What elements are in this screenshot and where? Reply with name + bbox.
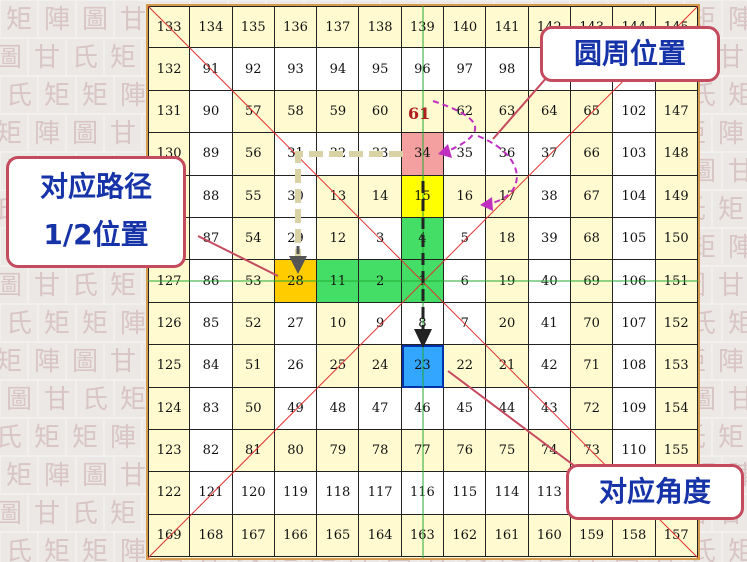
circumference-arrow-1 [432, 100, 476, 152]
seal-glyph: 陣 [104, 418, 142, 456]
seal-glyph: 圖 [0, 494, 28, 532]
seal-glyph: 圖 [66, 342, 104, 380]
seal-glyph: 矩 [38, 304, 76, 342]
seal-glyph: 矩 [0, 342, 28, 380]
seal-glyph: 氏 [76, 380, 114, 418]
seal-glyph: 矩 [76, 304, 114, 342]
callout-pointer-angle [447, 370, 589, 477]
seal-glyph: 矩 [0, 456, 38, 494]
seal-glyph: 圖 [0, 380, 38, 418]
seal-glyph: 氏 [66, 494, 104, 532]
seal-glyph: 氏 [66, 38, 104, 76]
seal-glyph: 甘 [104, 342, 142, 380]
seal-glyph: 氏 [66, 266, 104, 304]
seal-glyph: 矩 [722, 76, 747, 114]
seal-glyph: 矩 [0, 0, 38, 38]
seal-glyph: 陣 [712, 342, 747, 380]
half-path-arrow [295, 151, 403, 266]
seal-glyph: 甘 [28, 494, 66, 532]
seal-glyph: 甘 [104, 114, 142, 152]
seal-glyph: 陣 [712, 114, 747, 152]
callout-pointer-circumference [492, 75, 549, 140]
seal-glyph: 氏 [0, 76, 38, 114]
seal-glyph: 矩 [104, 494, 142, 532]
callout-half-path-line1: 对应路径 [39, 170, 152, 203]
seal-glyph: 矩 [38, 76, 76, 114]
seal-glyph: 矩 [712, 418, 747, 456]
seal-glyph: 矩 [28, 418, 66, 456]
seal-glyph: 氏 [0, 304, 38, 342]
callout-corresponding-angle: 对应角度 [566, 464, 744, 520]
seal-glyph: 矩 [712, 190, 747, 228]
seal-glyph: 陣 [722, 228, 747, 266]
callout-angle-text: 对应角度 [598, 475, 711, 508]
seal-glyph: 矩 [722, 532, 747, 562]
seal-glyph: 矩 [76, 532, 114, 562]
seal-glyph: 甘 [28, 266, 66, 304]
seal-glyph: 矩 [66, 418, 104, 456]
seal-glyph: 甘 [712, 266, 747, 304]
seal-glyph: 圖 [0, 266, 28, 304]
callout-circumference-position: 圆周位置 [540, 26, 720, 82]
seal-glyph: 陣 [28, 114, 66, 152]
seal-glyph: 圖 [66, 114, 104, 152]
seal-glyph: 陣 [722, 0, 747, 38]
callout-half-path-line2: 1/2位置 [43, 218, 149, 251]
seal-glyph: 矩 [38, 532, 76, 562]
seal-glyph: 矩 [76, 76, 114, 114]
label-61: 61 [408, 104, 431, 123]
seal-glyph: 矩 [0, 114, 28, 152]
arrowhead-down-center [414, 329, 432, 348]
seal-glyph: 甘 [722, 380, 747, 418]
seal-glyph: 氏 [0, 418, 28, 456]
seal-glyph: 甘 [28, 38, 66, 76]
seal-glyph: 甘 [722, 152, 747, 190]
seal-glyph: 陣 [38, 456, 76, 494]
seal-glyph: 陣 [28, 342, 66, 380]
seal-glyph: 矩 [104, 38, 142, 76]
seal-glyph: 矩 [104, 266, 142, 304]
arrowhead-down-left [289, 256, 307, 274]
seal-glyph: 圖 [76, 0, 114, 38]
seal-glyph: 矩 [722, 304, 747, 342]
callout-pointer-half-path [197, 235, 279, 277]
seal-glyph: 甘 [38, 380, 76, 418]
seal-glyph: 陣 [38, 0, 76, 38]
seal-glyph: 圖 [0, 38, 28, 76]
seal-glyph: 氏 [0, 532, 38, 562]
seal-glyph: 圖 [76, 456, 114, 494]
callout-circumference-text: 圆周位置 [573, 37, 686, 70]
callout-half-path-position: 对应路径 1/2位置 [6, 156, 186, 268]
